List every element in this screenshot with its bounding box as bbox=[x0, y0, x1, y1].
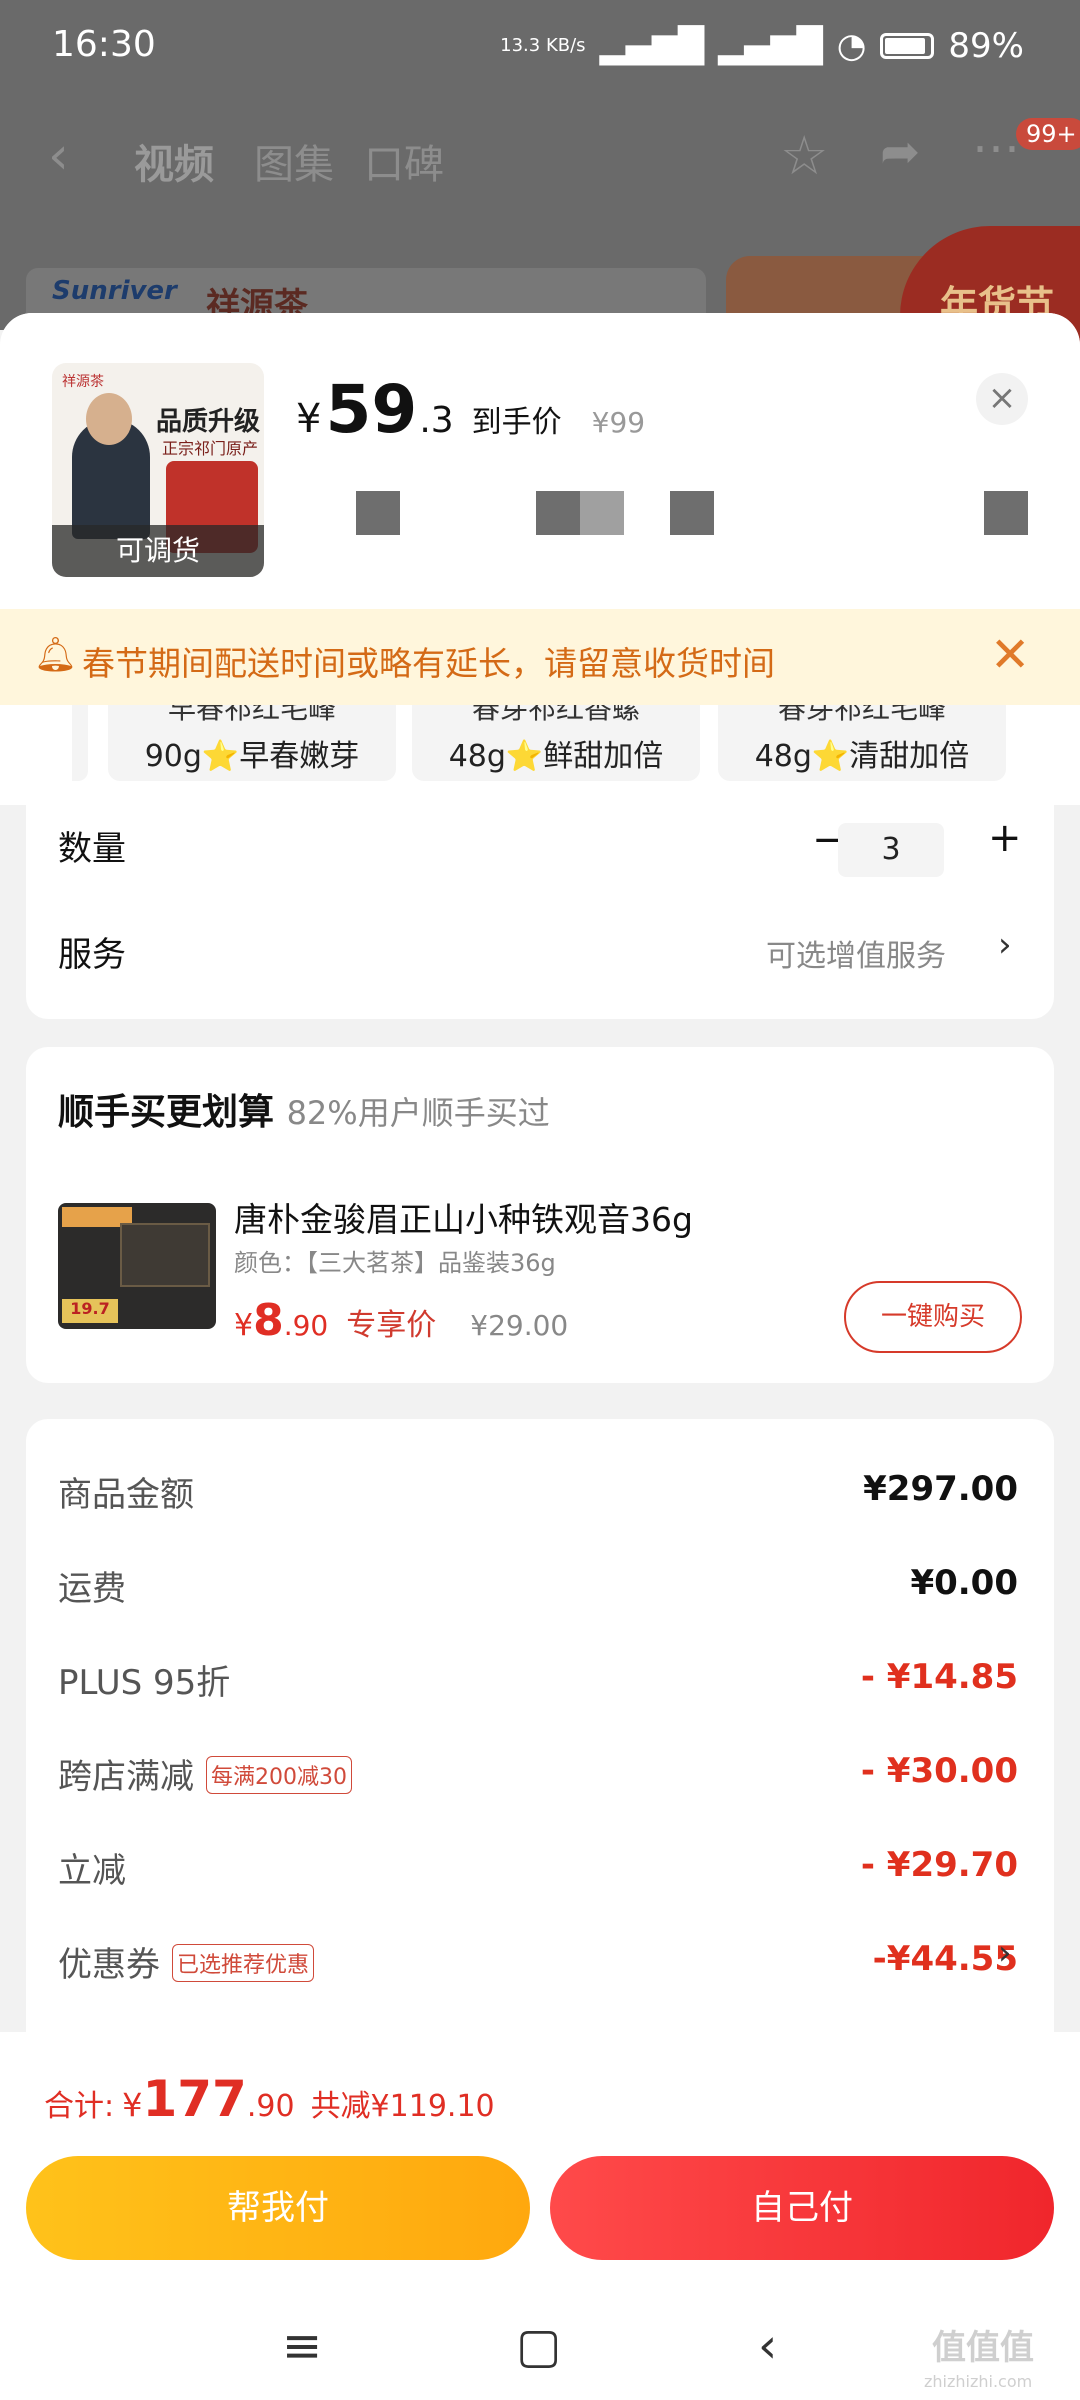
product-thumbnail[interactable]: 祥源茶 品质升级 正宗祁门原产 可调货 bbox=[52, 363, 264, 577]
action-bar: 帮我付 自己付 bbox=[0, 2150, 1080, 2300]
star-icon[interactable]: ☆ bbox=[780, 124, 828, 187]
quantity-label: 数量 bbox=[58, 829, 126, 869]
addon-subtitle: 82%用户顺手买过 bbox=[286, 1094, 550, 1132]
more-icon[interactable]: ⋯ bbox=[972, 120, 1020, 176]
total-bar: 合计: ¥ 177 .90 共减¥119.10 bbox=[0, 2032, 1080, 2150]
addon-product-image[interactable]: 19.7 bbox=[58, 1203, 216, 1329]
self-pay-button[interactable]: 自己付 bbox=[550, 2156, 1054, 2260]
status-bar: 16:30 13.3 KB/s ▂▄▆█ ▂▄▆█ ◔ 89% bbox=[0, 0, 1080, 95]
back-nav-icon[interactable]: ‹ bbox=[758, 2318, 777, 2374]
spec-option[interactable]: 春芽祁红香螺 48g⭐鲜甜加倍 bbox=[412, 705, 700, 781]
notice-text: 春节期间配送时间或略有延长，请留意收货时间 bbox=[82, 644, 775, 683]
coupon-chip: 已选推荐优惠 bbox=[172, 1943, 315, 1982]
addon-title: 顺手买更划算 82%用户顺手买过 bbox=[58, 1092, 550, 1133]
addon-original-price: ¥29.00 bbox=[470, 1309, 569, 1342]
battery-percent: 89% bbox=[948, 26, 1024, 66]
brand-logo-sunriver: Sunriver bbox=[52, 276, 177, 306]
thumb-subtitle: 正宗祁门原产 bbox=[162, 439, 259, 458]
thumb-brand: 祥源茶 bbox=[62, 374, 104, 390]
status-time: 16:30 bbox=[52, 24, 156, 65]
spec-option[interactable]: 早春祁红毛峰 90g⭐早春嫩芽 bbox=[108, 705, 396, 781]
summary-row: 商品金额 ¥297.00 bbox=[58, 1469, 1018, 1515]
menu-icon[interactable]: ≡ bbox=[282, 2318, 322, 2374]
one-click-buy-button[interactable]: 一键购买 bbox=[844, 1281, 1022, 1353]
net-speed: 13.3 KB/s bbox=[500, 35, 586, 56]
chevron-right-icon[interactable]: › bbox=[998, 1933, 1012, 1973]
home-icon[interactable]: ▢ bbox=[516, 2318, 561, 2374]
coupon-row[interactable]: 优惠券 已选推荐优惠 -¥44.55 bbox=[58, 1931, 1018, 1991]
service-label: 服务 bbox=[58, 935, 126, 975]
watermark: 值值值 bbox=[932, 2328, 1034, 2368]
image-price-tag: 19.7 bbox=[62, 1299, 118, 1323]
wifi-icon: ◔ bbox=[836, 26, 867, 66]
price-label: 到手价 bbox=[471, 405, 562, 440]
product-price: ¥ 59 .3 到手价 ¥99 bbox=[296, 371, 646, 448]
summary-row: PLUS 95折 - ¥14.85 bbox=[58, 1657, 1018, 1703]
tab-reviews[interactable]: 口碑 bbox=[364, 132, 444, 190]
chevron-right-icon[interactable]: › bbox=[998, 925, 1012, 965]
system-nav-bar: ≡ ▢ ‹ bbox=[0, 2300, 1080, 2400]
help-pay-button[interactable]: 帮我付 bbox=[26, 2156, 530, 2260]
placeholder-block bbox=[984, 491, 1028, 535]
discount-chip: 每满200减30 bbox=[206, 1755, 352, 1794]
placeholder-block bbox=[670, 491, 714, 535]
addon-product-color: 颜色：【三大茗茶】品鉴装36g bbox=[234, 1249, 556, 1277]
addon-product-title[interactable]: 唐朴金骏眉正山小种铁观音36g bbox=[234, 1193, 693, 1241]
summary-row: 立减 - ¥29.70 bbox=[58, 1845, 1018, 1891]
original-price: ¥99 bbox=[591, 406, 646, 439]
placeholder-block bbox=[356, 491, 400, 535]
exclusive-price-tag: 专享价 bbox=[346, 1308, 437, 1343]
back-icon[interactable]: ‹ bbox=[48, 126, 69, 186]
quantity-input[interactable]: 3 bbox=[838, 823, 944, 877]
share-icon[interactable]: ➦ bbox=[880, 124, 920, 180]
spec-option[interactable]: 春芽祁红毛峰 48g⭐清甜加倍 bbox=[718, 705, 1006, 781]
tab-gallery[interactable]: 图集 bbox=[254, 132, 334, 190]
thumb-title: 品质升级 bbox=[156, 407, 261, 437]
thumb-caption: 可调货 bbox=[52, 525, 264, 577]
service-value[interactable]: 可选增值服务 bbox=[766, 931, 946, 975]
placeholder-block bbox=[580, 491, 624, 535]
total-label: 合计: bbox=[44, 2089, 115, 2124]
delivery-notice: 🔔︎ 春节期间配送时间或略有延长，请留意收货时间 ✕ bbox=[0, 609, 1080, 705]
summary-row: 跨店满减 每满200减30 - ¥30.00 bbox=[58, 1751, 1018, 1797]
total-saved: 共减¥119.10 bbox=[310, 2089, 495, 2124]
signal-icon-2: ▂▄▆█ bbox=[718, 26, 823, 66]
total-price: 合计: ¥ 177 .90 共减¥119.10 bbox=[44, 2070, 495, 2128]
battery-icon bbox=[880, 33, 935, 59]
close-button[interactable]: × bbox=[976, 373, 1028, 425]
bell-icon: 🔔︎ bbox=[34, 635, 78, 675]
top-nav: ‹ 视频 图集 口碑 ☆ ➦ ⋯ bbox=[0, 120, 1080, 200]
notice-close-icon[interactable]: ✕ bbox=[990, 627, 1030, 683]
message-badge: 99+ bbox=[1016, 118, 1080, 150]
options-card bbox=[26, 783, 1054, 1019]
summary-row: 运费 ¥0.00 bbox=[58, 1563, 1018, 1609]
addon-price: ¥ 8 .90 专享价 ¥29.00 bbox=[234, 1295, 569, 1346]
watermark-url: zhizhizhi.com bbox=[924, 2372, 1033, 2391]
tab-video[interactable]: 视频 bbox=[134, 132, 214, 190]
placeholder-block bbox=[536, 491, 580, 535]
signal-icon: ▂▄▆█ bbox=[599, 26, 705, 66]
quantity-plus-button[interactable]: + bbox=[988, 815, 1022, 861]
